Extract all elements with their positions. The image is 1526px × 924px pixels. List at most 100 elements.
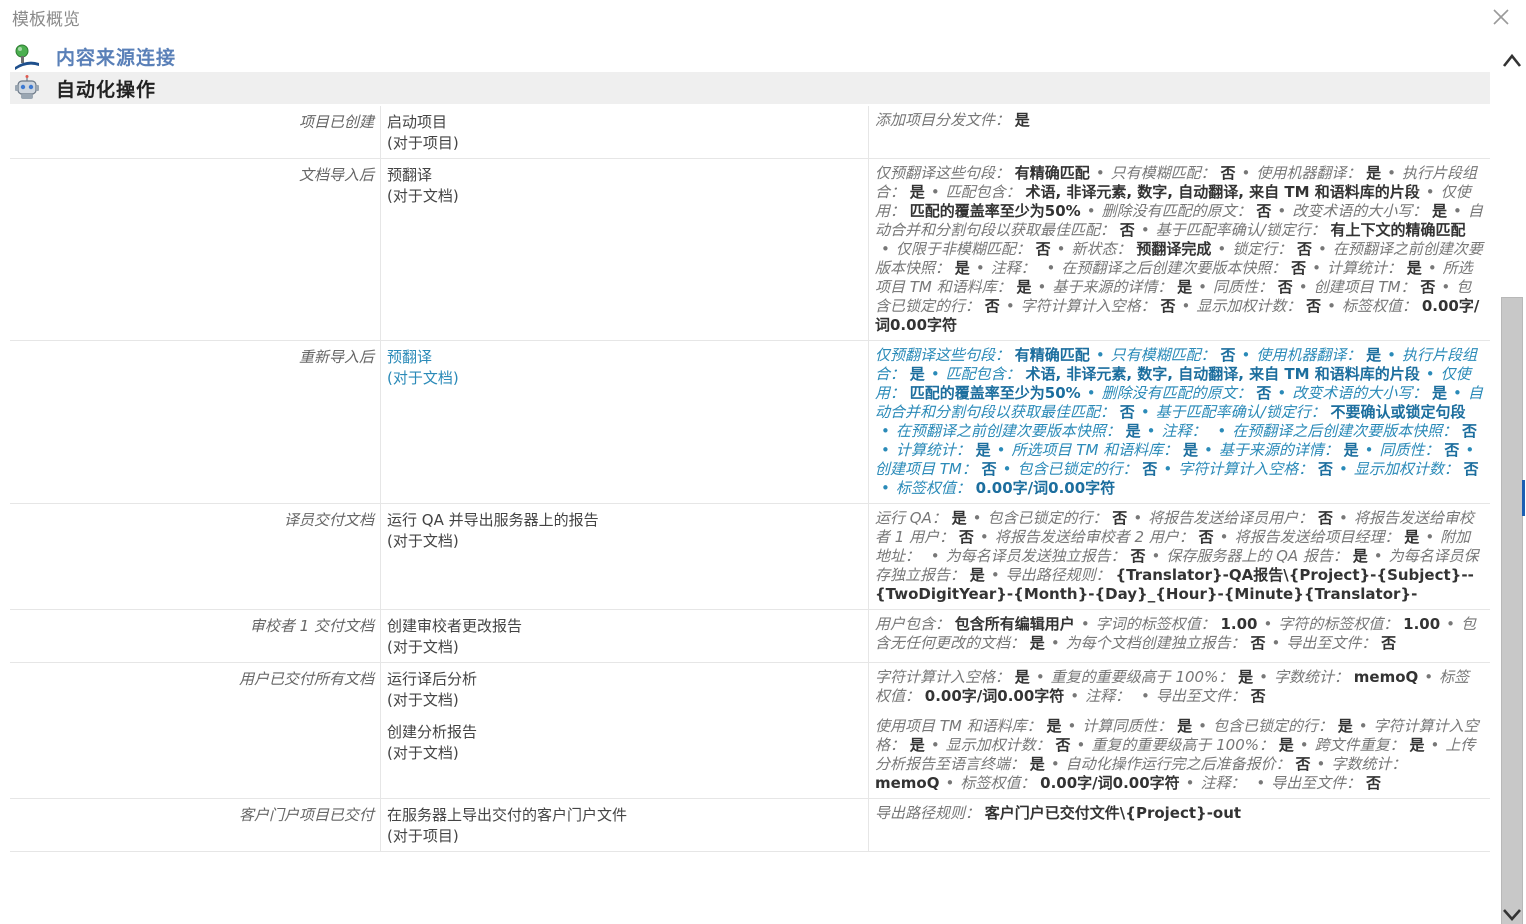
content-source-link[interactable]: 内容来源连接 <box>56 43 176 70</box>
action-cell: 运行译后分析 (对于文档) 创建分析报告 (对于文档) <box>380 662 869 799</box>
setting-value: 否 <box>1250 634 1266 652</box>
setting-key: 使用项目 TM 和语料库： <box>875 717 1042 735</box>
setting-value: 是 <box>975 441 991 459</box>
scrollbar-thumb[interactable] <box>1501 297 1523 924</box>
bullet-separator: • <box>1219 528 1229 546</box>
action-scope: (对于文档) <box>387 638 459 656</box>
setting-key: 添加项目分发文件： <box>875 111 1011 129</box>
vertical-scrollbar[interactable] <box>1500 42 1524 924</box>
automation-row[interactable]: 用户已交付所有文档 运行译后分析 (对于文档) 创建分析报告 (对于文档) 字符计算计入空… <box>10 662 1490 799</box>
trigger-label: 文档导入后 <box>298 166 374 184</box>
setting-value: 是 <box>1014 668 1030 686</box>
bullet-separator: • <box>1086 202 1096 220</box>
bullet-separator: • <box>881 441 890 459</box>
bullet-separator: • <box>1364 441 1374 459</box>
bullet-separator: • <box>1217 240 1227 258</box>
setting-key: 只有模糊匹配： <box>1110 164 1216 182</box>
setting-value: 否 <box>1317 509 1333 527</box>
setting-key: 改变术语的大小写： <box>1292 202 1428 220</box>
bullet-separator: • <box>1259 668 1268 686</box>
setting-key: 在预翻译之后创建次要版本快照： <box>1232 422 1458 440</box>
setting-key: 为每个文档创建独立报告： <box>1065 634 1246 652</box>
setting-value: 包含所有编辑用户 <box>954 615 1075 633</box>
setting-value: 匹配的覆盖率至少为50% <box>909 384 1081 402</box>
setting-value: 是 <box>909 365 925 383</box>
setting-key: 字词的标签权值： <box>1095 615 1216 633</box>
bullet-separator: • <box>1387 346 1397 364</box>
bullet-separator: • <box>1425 528 1435 546</box>
setting-value: 否 <box>1306 297 1322 315</box>
setting-key: 仅预翻译这些句段： <box>875 346 1011 364</box>
automation-row[interactable]: 重新导入后 预翻译 (对于文档) 仅预翻译这些句段： 有精确匹配 • 只有模糊匹配： 否 •… <box>10 340 1490 504</box>
setting-value: 否 <box>1461 422 1477 440</box>
chevron-down-icon <box>1503 909 1521 921</box>
section-automation[interactable]: 自动化操作 <box>10 72 1490 104</box>
action-item: 创建审校者更改报告 (对于文档) <box>387 615 862 657</box>
setting-value: 是 <box>909 183 925 201</box>
setting-key: 导出路径规则： <box>875 804 981 822</box>
setting-value: 是 <box>1366 346 1382 364</box>
settings-block: 使用项目 TM 和语料库： 是 • 计算同质性： 是 • 包含已锁定的行： 是 • 字符计算… <box>875 717 1484 793</box>
setting-key: 自动化操作运行完之后准备报价： <box>1065 755 1291 773</box>
setting-key: 字符计算计入空格： <box>1020 297 1156 315</box>
bullet-separator: • <box>1151 547 1161 565</box>
action-item: 运行 QA 并导出服务器上的报告 (对于文档) <box>387 509 862 551</box>
setting-key: 标签权值： <box>960 774 1036 792</box>
close-button[interactable] <box>1490 6 1512 28</box>
settings-block: 字符计算计入空格： 是 • 重复的重要级高于 100%： 是 • 字数统计： memoQ… <box>875 668 1484 706</box>
scroll-down-button[interactable] <box>1500 904 1524 924</box>
setting-key: 同质性： <box>1379 441 1440 459</box>
setting-key: 保存服务器上的 QA 报告： <box>1166 547 1348 565</box>
setting-key: 计算统计： <box>1327 259 1403 277</box>
automation-table: 项目已创建 启动项目 (对于项目) 添加项目分发文件： 是文档导入后 预翻译 (对于文档)… <box>10 106 1490 852</box>
setting-value: 否 <box>1130 547 1146 565</box>
automation-row[interactable]: 文档导入后 预翻译 (对于文档) 仅预翻译这些句段： 有精确匹配 • 只有模糊匹配： 否 •… <box>10 158 1490 341</box>
trigger-label: 重新导入后 <box>298 348 374 366</box>
setting-value: 否 <box>981 460 997 478</box>
bullet-separator: • <box>1035 668 1045 686</box>
setting-value: 是 <box>1337 717 1353 735</box>
setting-key: 字符计算计入空格： <box>1178 460 1314 478</box>
overview-content: 内容来源连接 自动化操作 项目已创建 启动项目 (对于项目) 添加项目分发文件： 是文… <box>10 40 1490 924</box>
setting-key: 计算统计： <box>895 441 971 459</box>
setting-value: 是 <box>1029 634 1045 652</box>
settings-block: 添加项目分发文件： 是 <box>875 111 1484 130</box>
automation-row[interactable]: 项目已创建 启动项目 (对于项目) 添加项目分发文件： 是 <box>10 106 1490 159</box>
setting-key: 匹配包含： <box>945 365 1021 383</box>
action-scope: (对于文档) <box>387 369 459 387</box>
setting-key: 基于来源的详情： <box>1218 441 1339 459</box>
bullet-separator: • <box>990 566 1000 584</box>
automation-row[interactable]: 译员交付文档 运行 QA 并导出服务器上的报告 (对于文档) 运行 QA： 是 • 包含已… <box>10 503 1490 610</box>
trigger-label: 用户已交付所有文档 <box>238 670 374 688</box>
automation-row[interactable]: 审校者 1 交付文档 创建审校者更改报告 (对于文档) 用户包含： 包含所有编辑用户 •… <box>10 609 1490 663</box>
automation-row[interactable]: 客户门户项目已交付 在服务器上导出交付的客户门户文件 (对于项目) 导出路径规则： 客… <box>10 798 1490 852</box>
bullet-separator: • <box>1338 509 1348 527</box>
settings-cell: 仅预翻译这些句段： 有精确匹配 • 只有模糊匹配： 否 • 使用机器翻译： 是 • 执行片段… <box>868 340 1490 504</box>
bullet-separator: • <box>1241 346 1251 364</box>
bullet-separator: • <box>1217 422 1227 440</box>
bullet-separator: • <box>1339 460 1348 478</box>
setting-value: 是 <box>1238 668 1254 686</box>
template-overview-window: 模板概览 内容来源连接 自动化操作 项目已创建 启动项目 (对于项目) 添加项目… <box>0 0 1526 924</box>
setting-value: 是 <box>1029 755 1045 773</box>
bullet-separator: • <box>1181 297 1191 315</box>
setting-key: 注释： <box>1085 687 1131 705</box>
trigger-cell: 重新导入后 <box>10 340 381 504</box>
settings-block: 导出路径规则： 客户门户已交付文件\{Project}-out <box>875 804 1484 823</box>
section-content-source[interactable]: 内容来源连接 <box>10 40 1490 72</box>
scroll-up-button[interactable] <box>1500 42 1524 76</box>
setting-value: 预翻译完成 <box>1136 240 1212 258</box>
action-cell: 预翻译 (对于文档) <box>380 158 869 341</box>
bullet-separator: • <box>1446 615 1456 633</box>
automation-robot-icon <box>12 73 42 103</box>
setting-value: 是 <box>1182 441 1198 459</box>
trigger-cell: 文档导入后 <box>10 158 381 341</box>
setting-key: 导出路径规则： <box>1005 566 1111 584</box>
trigger-label: 项目已创建 <box>298 113 374 131</box>
setting-value: memoQ <box>1353 668 1419 686</box>
setting-key: 导出至文件： <box>1155 687 1246 705</box>
bullet-separator: • <box>1316 755 1326 773</box>
setting-value: 否 <box>1365 774 1381 792</box>
bullet-separator: • <box>1198 278 1207 296</box>
setting-value: 否 <box>1381 634 1397 652</box>
